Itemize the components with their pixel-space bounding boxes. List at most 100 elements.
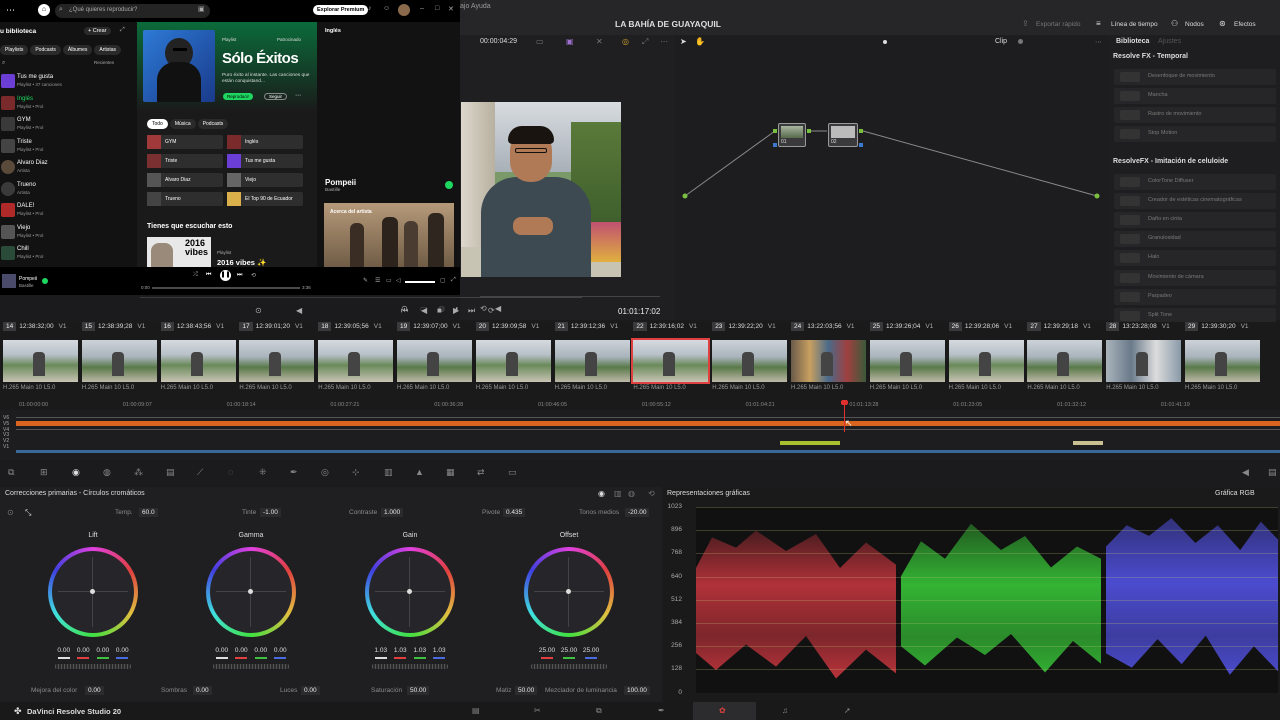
quick-item[interactable]: Viejo <box>227 173 303 187</box>
sizing-icon[interactable]: ⇄ <box>477 467 485 478</box>
library-item[interactable]: DALE! Playlist • Prol <box>0 201 133 221</box>
wheel-value[interactable]: 1.03 <box>429 647 449 654</box>
saved-check-icon[interactable] <box>445 181 453 189</box>
menu-bar[interactable]: ajo Ayuda <box>460 3 491 10</box>
wheel-value[interactable]: 0.00 <box>54 647 74 654</box>
window-icon[interactable]: ◎ <box>321 467 329 478</box>
tab-library[interactable]: Biblioteca <box>1116 38 1149 45</box>
wheel-value[interactable]: 1.03 <box>410 647 430 654</box>
fx-item[interactable]: Movimiento de cámara <box>1114 269 1276 286</box>
library-item[interactable]: Trueno Artista <box>0 180 133 200</box>
deliver-page-icon[interactable]: ➚ <box>844 706 851 715</box>
master-wheel[interactable] <box>55 664 131 669</box>
close-icon[interactable]: ✕ <box>448 5 454 13</box>
rgb-mixer-icon[interactable]: ⁂ <box>134 467 143 478</box>
fx-item[interactable]: Desenfoque de movimiento <box>1114 69 1276 85</box>
library-item[interactable]: Alvaro Diaz Artista <box>0 158 133 178</box>
playhead-handle[interactable] <box>841 400 848 405</box>
fx-item[interactable]: Mancha <box>1114 88 1276 105</box>
quick-item[interactable]: Inglés <box>227 135 303 149</box>
clip-thumbnail[interactable] <box>791 340 866 382</box>
color-wheel[interactable] <box>206 547 296 637</box>
card-title[interactable]: 2016 vibes ✨ <box>217 258 266 267</box>
wheel-value[interactable]: 0.00 <box>73 647 93 654</box>
color-match-icon[interactable]: ⊞ <box>40 467 48 478</box>
color-page-icon[interactable]: ✿ <box>719 706 726 715</box>
clip-thumbnail[interactable] <box>1106 340 1182 382</box>
library-item[interactable]: Triste Playlist • Prol <box>0 137 133 157</box>
scopes-icon[interactable]: ◀ <box>1242 467 1249 478</box>
library-item[interactable]: GYM Playlist • Prol <box>0 115 133 135</box>
quick-item[interactable]: GYM <box>147 135 223 149</box>
clip-thumbnail[interactable] <box>869 340 945 382</box>
wheel-value[interactable]: 25.00 <box>559 647 579 654</box>
fx-item[interactable]: Daño en cinta <box>1114 212 1276 229</box>
master-wheel[interactable] <box>372 664 448 669</box>
device-icon[interactable]: ▭ <box>386 277 392 284</box>
tab-podcasts[interactable]: Podcasts <box>197 119 229 129</box>
wheel-value[interactable]: 1.03 <box>371 647 391 654</box>
loop-icon[interactable]: ⟲ <box>480 304 487 313</box>
loop-playback-icon[interactable]: ⟳ <box>488 306 495 315</box>
go-end-icon[interactable]: ⏭ <box>468 306 475 316</box>
clip-thumbnail[interactable] <box>239 340 315 382</box>
hero-cover[interactable] <box>143 30 215 102</box>
liked-icon[interactable] <box>42 278 48 284</box>
wheel-handle[interactable] <box>566 589 571 594</box>
master-wheel[interactable] <box>531 664 607 669</box>
fx-item[interactable]: Rastro de movimiento <box>1114 107 1276 124</box>
wheel-value[interactable]: 1.03 <box>390 647 410 654</box>
go-start-icon[interactable]: ⏮ <box>401 306 408 316</box>
scope-mode-select[interactable]: Gráfica RGB <box>1215 490 1255 497</box>
quick-item[interactable]: Tus me gusta <box>227 154 303 168</box>
color-wheels-icon[interactable]: ◉ <box>72 467 80 478</box>
effects-button[interactable]: Efectos <box>1234 21 1256 28</box>
clip-track-v1[interactable] <box>16 450 1280 453</box>
fx-item[interactable]: Halo <box>1114 250 1276 267</box>
player-title[interactable]: Pompeii <box>19 276 37 282</box>
search-input[interactable]: ¿Qué quieres reproducir? <box>55 4 210 18</box>
search-library-icon[interactable]: ⌕ <box>2 60 5 67</box>
hue-value[interactable]: 50.00 <box>515 686 538 695</box>
speaker-icon[interactable]: ◀ <box>296 306 302 315</box>
fx-item[interactable]: Creador de estéticas cinematográficas <box>1114 193 1276 210</box>
library-item[interactable]: Tus me gusta Playlist • 37 canciones <box>0 72 133 92</box>
effects-icon[interactable]: ⊛ <box>1219 19 1226 28</box>
hdr-icon[interactable]: ◍ <box>103 467 111 478</box>
fx-item[interactable]: Parpadeo <box>1114 288 1276 305</box>
viewer-timecode[interactable]: 00:00:04:29 <box>480 38 517 45</box>
wheels-mode-icon[interactable]: ◉ <box>598 489 605 498</box>
tab-music[interactable]: Música <box>169 119 196 129</box>
clip-thumbnail[interactable] <box>318 340 394 382</box>
wheel-value[interactable]: 0.00 <box>270 647 290 654</box>
quick-item[interactable]: El Top 90 de Ecuador <box>227 192 303 206</box>
bell-icon[interactable]: ♪ <box>368 5 372 12</box>
wheel-handle[interactable] <box>90 589 95 594</box>
volume-icon[interactable]: ◁ <box>396 277 401 284</box>
wheel-value[interactable]: 0.00 <box>231 647 251 654</box>
now-playing-title[interactable]: Pompeii <box>325 178 356 187</box>
log-mode-icon[interactable]: ◍ <box>628 489 635 498</box>
pause-icon[interactable]: ❚❚ <box>220 270 231 281</box>
track-thumb[interactable] <box>2 274 16 288</box>
more-icon[interactable]: ⋯ <box>6 5 15 16</box>
color-wheel[interactable] <box>48 547 138 637</box>
highlight-icon[interactable]: ▣ <box>566 37 574 46</box>
camera-raw-icon[interactable]: ⧉ <box>8 467 14 478</box>
wheel-value[interactable]: 0.00 <box>251 647 271 654</box>
queue-icon[interactable]: ☰ <box>375 277 380 284</box>
card-cover[interactable]: 2016 vibes <box>147 237 211 267</box>
zoom-icon[interactable]: ⤢ <box>642 37 648 47</box>
node-02[interactable]: 02 <box>828 123 858 147</box>
video-frame[interactable] <box>461 102 621 277</box>
clip-thumbnail[interactable] <box>948 340 1024 382</box>
fx-item[interactable]: ColorTone Diffuser <box>1114 174 1276 190</box>
viewer-audio-icon[interactable]: ⊙ <box>255 306 262 315</box>
create-button[interactable]: + Crear <box>84 27 111 35</box>
nodes-button[interactable]: Nodos <box>1185 21 1204 28</box>
shuffle-icon[interactable]: ⤮ <box>193 272 198 279</box>
repeat-icon[interactable]: ⟲ <box>251 272 256 279</box>
color-wheel[interactable] <box>365 547 455 637</box>
home-icon[interactable]: ⌂ <box>38 4 50 16</box>
tab-all[interactable]: Todo <box>147 119 168 129</box>
